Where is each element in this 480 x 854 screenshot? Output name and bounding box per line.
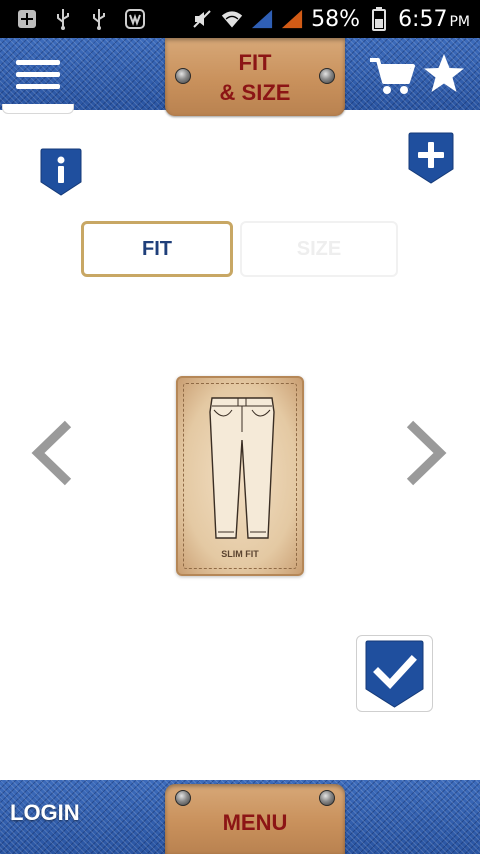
clock: 6:57 PM	[398, 7, 470, 32]
rivet-icon	[319, 790, 335, 806]
tab-fit[interactable]: FIT	[81, 221, 233, 277]
slim-fit-pants-icon	[209, 397, 275, 539]
wifi-icon	[221, 8, 243, 30]
info-icon[interactable]	[40, 148, 82, 196]
signal-icon	[251, 8, 273, 30]
plus-icon[interactable]	[408, 132, 454, 184]
header-title-patch: FIT & SIZE	[165, 38, 345, 116]
checkmark-icon	[365, 640, 424, 708]
footer-bar: LOGIN MENU	[0, 780, 480, 854]
status-bar: 58% 6:57 PM	[0, 0, 480, 38]
hamburger-menu-icon[interactable]	[16, 60, 60, 92]
fit-option-label: SLIM FIT	[221, 549, 259, 559]
battery-icon	[368, 7, 390, 31]
fit-option-card[interactable]: SLIM FIT	[176, 376, 304, 576]
clock-time: 6:57	[398, 6, 448, 32]
fit-size-screen: 58% 6:57 PM FIT & SIZE FIT SIZE SLIM FIT…	[0, 0, 480, 854]
cart-icon[interactable]	[368, 54, 416, 98]
star-icon[interactable]	[420, 52, 468, 96]
battery-percent: 58%	[311, 6, 361, 32]
usb-icon	[52, 8, 74, 30]
footer-menu-patch[interactable]: MENU	[165, 784, 345, 854]
chevron-left-icon[interactable]	[28, 420, 78, 486]
clock-ampm: PM	[449, 13, 470, 30]
page-title-line2: & SIZE	[219, 80, 291, 105]
confirm-button[interactable]	[356, 635, 433, 712]
drawer-tab	[2, 104, 74, 114]
chevron-right-icon[interactable]	[400, 420, 450, 486]
tab-size[interactable]: SIZE	[240, 221, 398, 277]
header-bar: FIT & SIZE	[0, 38, 480, 116]
notification-add-icon	[16, 8, 38, 30]
app-icon	[124, 8, 146, 30]
usb-icon	[88, 8, 110, 30]
page-title-line1: FIT	[238, 50, 272, 75]
signal-icon	[281, 8, 303, 30]
menu-button[interactable]: MENU	[165, 810, 345, 836]
login-button[interactable]: LOGIN	[10, 800, 80, 826]
rivet-icon	[175, 790, 191, 806]
mute-icon	[191, 8, 213, 30]
